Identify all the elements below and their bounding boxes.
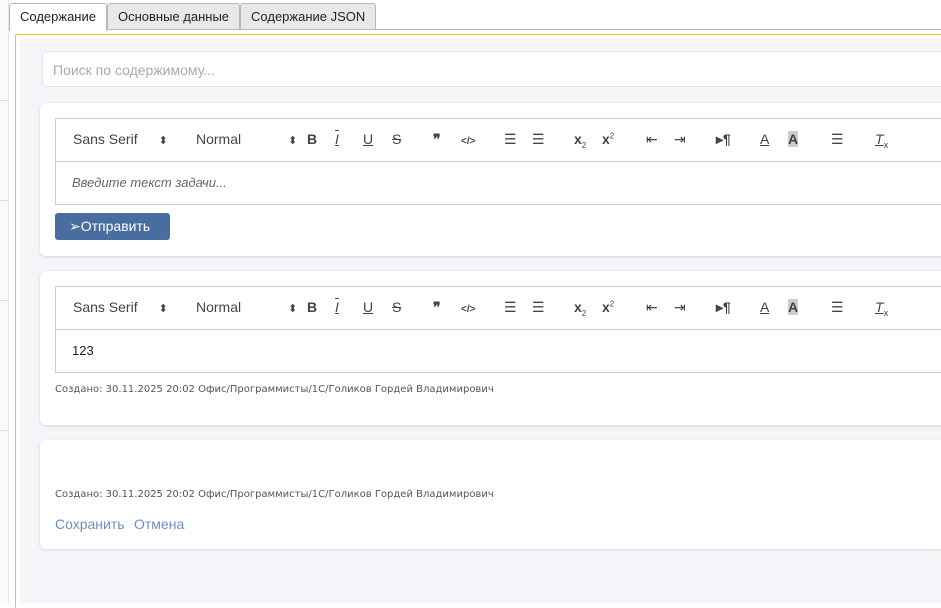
indent-icon[interactable]: ⇥ xyxy=(674,299,686,316)
clear-format-icon[interactable]: Tx xyxy=(875,299,888,318)
size-picker[interactable]: Normal ⬍ xyxy=(196,131,297,147)
superscript-icon[interactable]: x2 xyxy=(602,299,614,315)
comment-text[interactable]: 123 xyxy=(56,330,941,372)
direction-icon[interactable]: ▸¶ xyxy=(716,299,731,316)
send-label: Отправить xyxy=(80,218,151,234)
content-area: Поиск по содержимому... Sans Serif ⬍ Norm… xyxy=(20,39,941,603)
ordered-list-icon[interactable]: ☰ xyxy=(504,131,517,148)
rich-text-editor: Sans Serif ⬍ Normal ⬍ B I U S ❞ </> ☰ ☰ x2 x2 ⇤ ⇥ ▸¶ A A… xyxy=(55,118,941,205)
subscript-icon[interactable]: x2 xyxy=(574,131,586,150)
size-picker-value: Normal xyxy=(196,299,242,315)
ordered-list-icon[interactable]: ☰ xyxy=(504,299,517,316)
outdent-icon[interactable]: ⇤ xyxy=(646,299,658,316)
clear-format-icon[interactable]: Tx xyxy=(875,131,888,150)
text-color-icon[interactable]: A xyxy=(760,131,769,147)
new-task-card: Sans Serif ⬍ Normal ⬍ B I U S ❞ </> ☰ ☰ x2 x2 ⇤ ⇥ ▸¶ A A… xyxy=(40,103,941,256)
subscript-icon[interactable]: x2 xyxy=(574,299,586,318)
created-info: Создано: 30.11.2025 20:02 Офис/Программи… xyxy=(55,489,494,500)
save-link[interactable]: Сохранить xyxy=(55,516,125,532)
bullet-list-icon[interactable]: ☰ xyxy=(532,299,545,316)
tab-content-json[interactable]: Содержание JSON xyxy=(240,3,377,29)
align-icon[interactable]: ☰ xyxy=(831,131,844,148)
superscript-icon[interactable]: x2 xyxy=(602,131,614,147)
text-color-icon[interactable]: A xyxy=(760,299,769,315)
comment-edit-card: Создано: 30.11.2025 20:02 Офис/Программи… xyxy=(40,440,941,549)
italic-icon[interactable]: I xyxy=(335,299,339,315)
bold-icon[interactable]: B xyxy=(307,299,317,315)
code-icon[interactable]: </> xyxy=(461,299,475,315)
background-color-icon[interactable]: A xyxy=(788,131,799,147)
background-color-icon[interactable]: A xyxy=(788,299,799,315)
italic-icon[interactable]: I xyxy=(335,131,339,147)
tab-bar: Содержание Основные данные Содержание JS… xyxy=(9,3,377,31)
font-picker[interactable]: Sans Serif ⬍ xyxy=(73,299,168,315)
editor-toolbar: Sans Serif ⬍ Normal ⬍ B I U S ❞ </> ☰ ☰ x2 x2 ⇤ ⇥ ▸¶ A A… xyxy=(56,119,941,162)
cancel-link[interactable]: Отмена xyxy=(134,516,184,532)
code-icon[interactable]: </> xyxy=(461,131,475,147)
updown-arrow-icon: ⬍ xyxy=(285,135,298,147)
updown-arrow-icon: ⬍ xyxy=(285,303,298,315)
bullet-list-icon[interactable]: ☰ xyxy=(532,131,545,148)
updown-arrow-icon: ⬍ xyxy=(155,303,168,315)
editor-toolbar: Sans Serif ⬍ Normal ⬍ B I U S ❞ </> ☰ ☰ x2 x2 ⇤ ⇥ ▸¶ A A… xyxy=(56,287,941,330)
rich-text-editor: Sans Serif ⬍ Normal ⬍ B I U S ❞ </> ☰ ☰ x2 x2 ⇤ ⇥ ▸¶ A A… xyxy=(55,286,941,373)
strike-icon[interactable]: S xyxy=(392,131,401,147)
quote-icon[interactable]: ❞ xyxy=(433,131,441,148)
left-panel-edge xyxy=(0,0,9,603)
outdent-icon[interactable]: ⇤ xyxy=(646,131,658,148)
search-input[interactable]: Поиск по содержимому... xyxy=(42,51,941,87)
font-picker-value: Sans Serif xyxy=(73,299,138,315)
tab-content[interactable]: Содержание xyxy=(9,3,107,31)
font-picker-value: Sans Serif xyxy=(73,131,138,147)
size-picker[interactable]: Normal ⬍ xyxy=(196,299,297,315)
underline-icon[interactable]: U xyxy=(363,131,373,147)
align-icon[interactable]: ☰ xyxy=(831,299,844,316)
comment-card: Sans Serif ⬍ Normal ⬍ B I U S ❞ </> ☰ ☰ x2 x2 ⇤ ⇥ ▸¶ A A… xyxy=(40,271,941,425)
bold-icon[interactable]: B xyxy=(307,131,317,147)
size-picker-value: Normal xyxy=(196,131,242,147)
underline-icon[interactable]: U xyxy=(363,299,373,315)
task-text-input[interactable]: Введите текст задачи... xyxy=(56,162,941,204)
font-picker[interactable]: Sans Serif ⬍ xyxy=(73,131,168,147)
created-info: Создано: 30.11.2025 20:02 Офис/Программи… xyxy=(55,384,494,395)
strike-icon[interactable]: S xyxy=(392,299,401,315)
send-button[interactable]: ➢Отправить xyxy=(55,213,170,240)
updown-arrow-icon: ⬍ xyxy=(155,135,168,147)
tab-main-data[interactable]: Основные данные xyxy=(106,3,241,29)
indent-icon[interactable]: ⇥ xyxy=(674,131,686,148)
quote-icon[interactable]: ❞ xyxy=(433,299,441,316)
direction-icon[interactable]: ▸¶ xyxy=(716,131,731,148)
paper-plane-icon: ➢ xyxy=(69,218,81,234)
